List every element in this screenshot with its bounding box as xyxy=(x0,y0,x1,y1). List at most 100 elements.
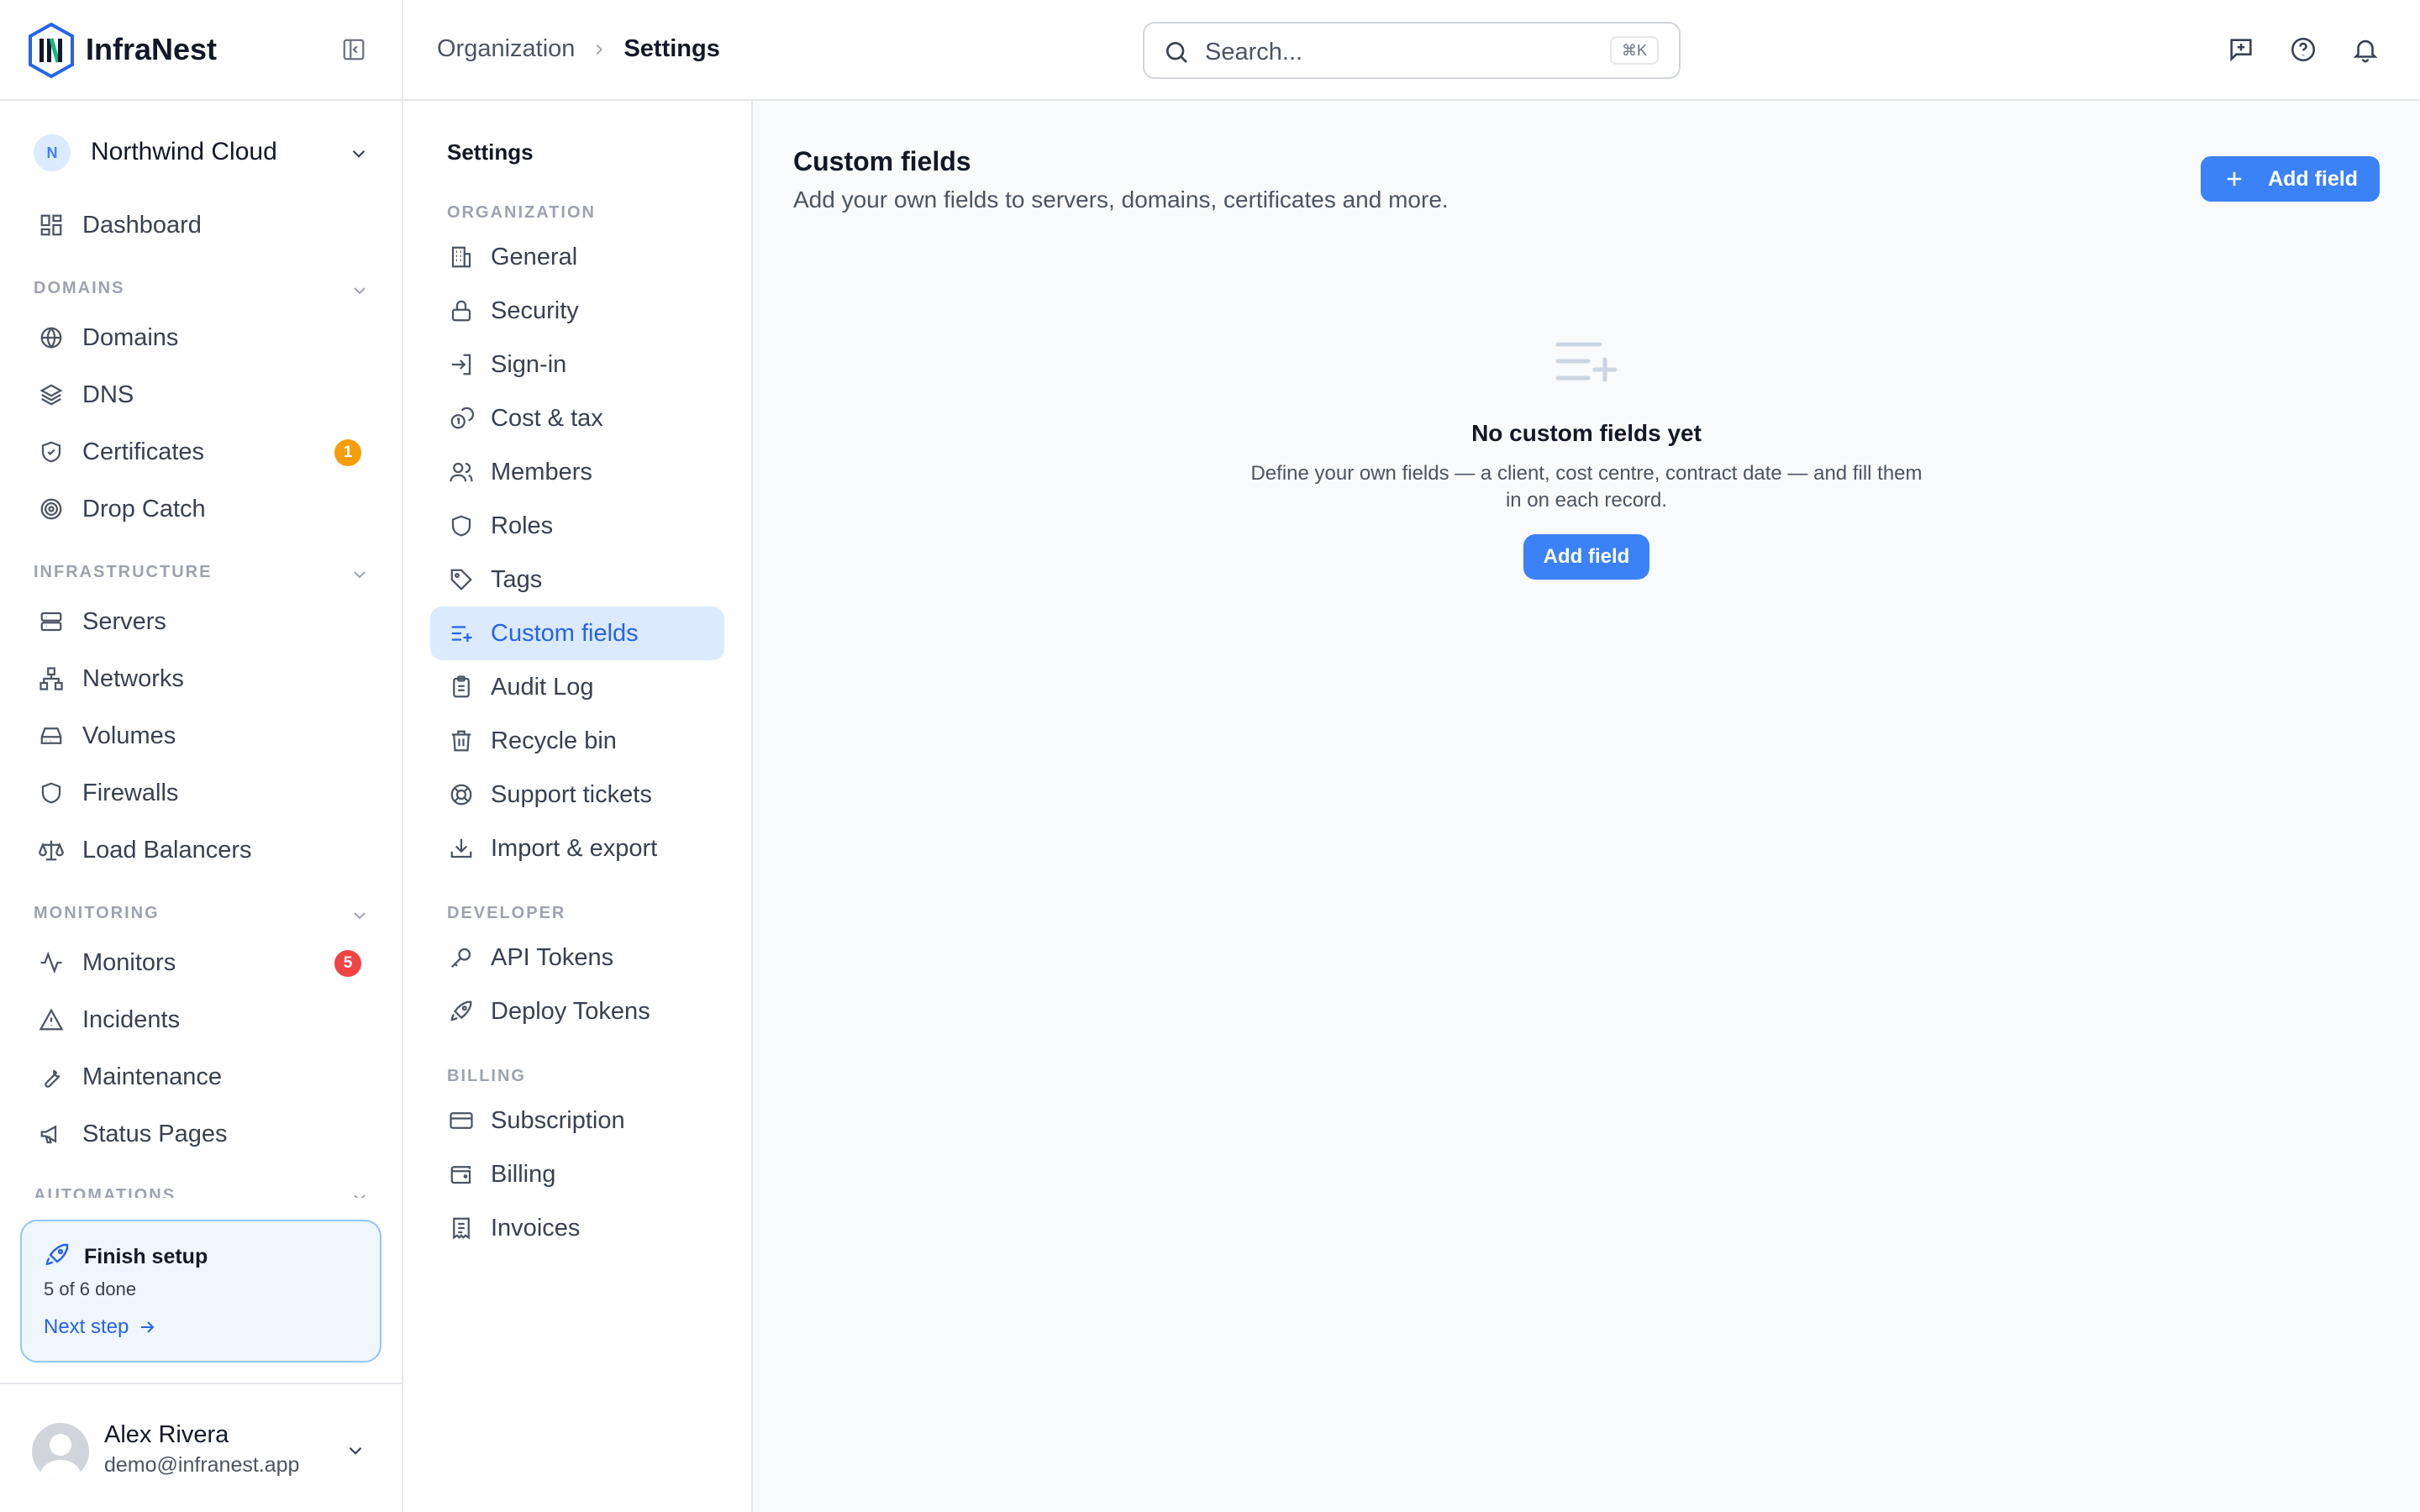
section-automations[interactable]: AUTOMATIONS xyxy=(34,1186,370,1198)
sidebar-item-monitors[interactable]: Monitors 5 xyxy=(18,939,385,986)
sidebar-item-servers[interactable]: Servers xyxy=(18,598,385,645)
top-actions xyxy=(2227,35,2380,64)
settings-item-label: Invoices xyxy=(491,1214,581,1242)
chevron-down-icon xyxy=(345,1440,366,1462)
settings-item-sign-in[interactable]: Sign-in xyxy=(430,338,724,391)
coins-icon xyxy=(447,404,476,433)
settings-item-deploy-tokens[interactable]: Deploy Tokens xyxy=(430,984,724,1038)
finish-setup-card[interactable]: Finish setup 5 of 6 done Next step xyxy=(20,1220,381,1362)
receipt-icon xyxy=(447,1214,476,1242)
search-shortcut: ⌘K xyxy=(1609,36,1659,65)
settings-item-audit-log[interactable]: Audit Log xyxy=(430,660,724,714)
settings-item-tags[interactable]: Tags xyxy=(430,553,724,606)
sidebar-item-dns[interactable]: DNS xyxy=(18,371,385,418)
breadcrumb-organization[interactable]: Organization xyxy=(437,35,575,63)
add-field-button-label: Add field xyxy=(2268,166,2358,191)
sidebar-item-label: DNS xyxy=(82,381,134,408)
shield-check-icon xyxy=(37,438,66,466)
next-step-link[interactable]: Next step xyxy=(44,1315,157,1339)
sidebar-item-status-pages[interactable]: Status Pages xyxy=(18,1110,385,1158)
settings-item-invoices[interactable]: Invoices xyxy=(430,1201,724,1255)
feedback-icon[interactable] xyxy=(2227,35,2255,64)
settings-item-billing[interactable]: Billing xyxy=(430,1147,724,1201)
clipboard-icon xyxy=(447,673,476,701)
breadcrumb-settings: Settings xyxy=(623,35,720,62)
settings-item-label: Audit Log xyxy=(491,673,594,701)
sidebar-item-dashboard[interactable]: Dashboard xyxy=(18,202,385,249)
settings-item-label: General xyxy=(491,243,578,270)
settings-item-support-tickets[interactable]: Support tickets xyxy=(430,768,724,822)
sidebar-item-label: Servers xyxy=(82,607,166,635)
plus-icon xyxy=(2223,167,2246,191)
settings-item-import-export[interactable]: Import & export xyxy=(430,822,724,875)
settings-item-label: Members xyxy=(491,458,592,486)
settings-item-label: Import & export xyxy=(491,834,658,862)
settings-item-label: Roles xyxy=(491,512,554,539)
settings-item-api-tokens[interactable]: API Tokens xyxy=(430,931,724,984)
sidebar-item-label: Status Pages xyxy=(82,1120,228,1147)
sidebar-item-incidents[interactable]: Incidents xyxy=(18,996,385,1043)
section-label: INFRASTRUCTURE xyxy=(34,563,213,581)
section-monitoring[interactable]: MONITORING xyxy=(34,904,370,929)
megaphone-icon xyxy=(37,1120,66,1148)
hard-drive-icon xyxy=(37,722,66,750)
sidebar-item-firewalls[interactable]: Firewalls xyxy=(18,769,385,816)
wallet-icon xyxy=(447,1160,476,1189)
sidebar-item-load-balancers[interactable]: Load Balancers xyxy=(18,827,385,874)
settings-item-cost-tax[interactable]: Cost & tax xyxy=(430,391,724,445)
sidebar-item-label: Domains xyxy=(82,323,179,351)
organization-switcher[interactable]: N Northwind Cloud xyxy=(34,133,370,173)
user-name: Alex Rivera xyxy=(104,1421,229,1448)
search-icon xyxy=(1163,39,1190,66)
settings-item-security[interactable]: Security xyxy=(430,284,724,338)
empty-state-title: No custom fields yet xyxy=(1471,420,1702,446)
sidebar-item-volumes[interactable]: Volumes xyxy=(18,712,385,759)
settings-item-custom-fields[interactable]: Custom fields xyxy=(430,606,724,660)
settings-section-billing: BILLING xyxy=(447,1067,526,1085)
empty-state-add-field-button[interactable]: Add field xyxy=(1523,534,1650,580)
setup-title: Finish setup xyxy=(84,1245,208,1268)
page-subtitle: Add your own fields to servers, domains,… xyxy=(793,186,1449,213)
help-icon[interactable] xyxy=(2289,35,2317,64)
settings-item-subscription[interactable]: Subscription xyxy=(430,1094,724,1147)
activity-icon xyxy=(37,948,66,977)
lock-icon xyxy=(447,297,476,325)
chevron-down-icon xyxy=(350,906,370,926)
sidebar-item-label: Networks xyxy=(82,664,184,692)
sidebar-item-networks[interactable]: Networks xyxy=(18,655,385,702)
settings-nav-title: Settings xyxy=(447,139,534,165)
list-plus-icon xyxy=(447,619,476,648)
next-step-label: Next step xyxy=(44,1315,129,1338)
section-infrastructure[interactable]: INFRASTRUCTURE xyxy=(34,563,370,588)
section-label: MONITORING xyxy=(34,904,160,922)
chevron-down-icon xyxy=(350,564,370,585)
section-domains[interactable]: DOMAINS xyxy=(34,279,370,304)
settings-item-recycle-bin[interactable]: Recycle bin xyxy=(430,714,724,768)
main-sidebar: InfraNest N Northwind Cloud Dashboard DO… xyxy=(0,0,403,1512)
trash-icon xyxy=(447,727,476,755)
settings-item-general[interactable]: General xyxy=(430,230,724,284)
settings-item-label: Sign-in xyxy=(491,350,567,378)
user-menu[interactable]: Alex Rivera demo@infranest.app xyxy=(0,1383,403,1512)
org-avatar: N xyxy=(34,134,71,171)
chevron-right-icon xyxy=(590,40,608,59)
search-input[interactable]: Search... ⌘K xyxy=(1143,22,1681,79)
arrow-right-icon xyxy=(137,1317,157,1337)
settings-item-roles[interactable]: Roles xyxy=(430,499,724,553)
app-name: InfraNest xyxy=(86,32,218,66)
bell-icon[interactable] xyxy=(2351,35,2380,64)
collapse-sidebar-icon[interactable] xyxy=(341,37,366,62)
building-icon xyxy=(447,243,476,271)
sidebar-item-label: Volumes xyxy=(82,722,176,749)
list-plus-icon xyxy=(1553,336,1620,395)
credit-card-icon xyxy=(447,1106,476,1135)
settings-item-members[interactable]: Members xyxy=(430,445,724,499)
sidebar-item-label: Load Balancers xyxy=(82,836,252,864)
sidebar-item-maintenance[interactable]: Maintenance xyxy=(18,1053,385,1100)
add-field-button[interactable]: Add field xyxy=(2201,156,2380,202)
settings-item-label: Deploy Tokens xyxy=(491,997,650,1025)
log-in-icon xyxy=(447,350,476,379)
sidebar-item-certificates[interactable]: Certificates 1 xyxy=(18,428,385,475)
sidebar-item-drop-catch[interactable]: Drop Catch xyxy=(18,486,385,533)
sidebar-item-domains[interactable]: Domains xyxy=(18,314,385,361)
